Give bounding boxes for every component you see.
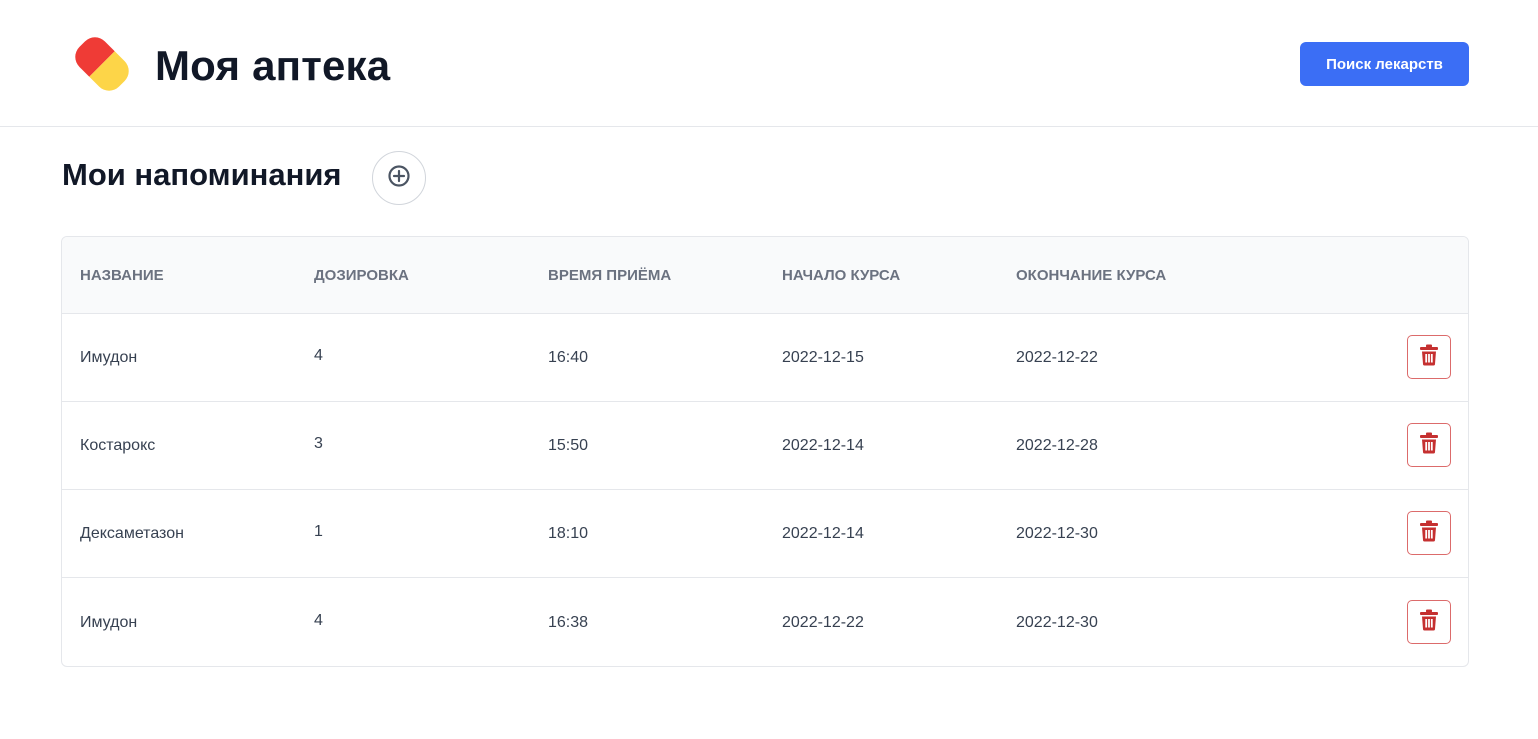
cell-start: 2022-12-22 xyxy=(782,614,864,631)
search-medicines-button[interactable]: Поиск лекарств xyxy=(1300,42,1469,86)
cell-end: 2022-12-28 xyxy=(1016,437,1098,454)
delete-reminder-button[interactable] xyxy=(1407,423,1451,467)
cell-dosage: 4 xyxy=(314,347,323,364)
cell-name: Имудон xyxy=(80,614,138,631)
cell-time: 18:10 xyxy=(548,525,589,542)
trash-icon xyxy=(1419,432,1439,459)
cell-start: 2022-12-14 xyxy=(782,437,864,454)
column-header-dosage: Дозировка xyxy=(314,267,409,284)
trash-icon xyxy=(1419,609,1439,636)
cell-name: Дексаметазон xyxy=(80,525,184,542)
cell-end: 2022-12-30 xyxy=(1016,525,1098,542)
cell-dosage: 3 xyxy=(314,435,323,452)
table-row: Имудон 4 16:40 2022-12-15 2022-12-22 xyxy=(62,314,1468,402)
table-row: Дексаметазон 1 18:10 2022-12-14 2022-12-… xyxy=(62,490,1468,578)
cell-dosage: 1 xyxy=(314,523,323,540)
table-row: Костарокс 3 15:50 2022-12-14 2022-12-28 xyxy=(62,402,1468,490)
reminders-table: Название Дозировка Время приёма Начало к… xyxy=(61,236,1469,667)
cell-name: Имудон xyxy=(80,349,138,366)
column-header-end: Окончание курса xyxy=(1016,267,1167,284)
cell-time: 16:38 xyxy=(548,614,589,631)
cell-end: 2022-12-22 xyxy=(1016,349,1098,366)
delete-reminder-button[interactable] xyxy=(1407,600,1451,644)
app-header: Моя аптека Поиск лекарств xyxy=(0,0,1538,127)
reminders-title: Мои напоминания xyxy=(62,157,342,192)
delete-reminder-button[interactable] xyxy=(1407,511,1451,555)
cell-end: 2022-12-30 xyxy=(1016,614,1098,631)
plus-circle-icon xyxy=(387,164,411,193)
cell-time: 16:40 xyxy=(548,349,589,366)
trash-icon xyxy=(1419,344,1439,371)
add-reminder-button[interactable] xyxy=(372,151,426,205)
table-header: Название Дозировка Время приёма Начало к… xyxy=(62,237,1468,314)
pill-icon xyxy=(64,26,140,102)
column-header-start: Начало курса xyxy=(782,267,901,284)
app-title: Моя аптека xyxy=(155,42,391,89)
cell-name: Костарокс xyxy=(80,437,156,454)
cell-dosage: 4 xyxy=(314,612,323,629)
delete-reminder-button[interactable] xyxy=(1407,335,1451,379)
cell-start: 2022-12-14 xyxy=(782,525,864,542)
cell-start: 2022-12-15 xyxy=(782,349,864,366)
trash-icon xyxy=(1419,520,1439,547)
column-header-name: Название xyxy=(80,267,164,284)
table-row: Имудон 4 16:38 2022-12-22 2022-12-30 xyxy=(62,578,1468,666)
column-header-time: Время приёма xyxy=(548,267,672,284)
cell-time: 15:50 xyxy=(548,437,589,454)
